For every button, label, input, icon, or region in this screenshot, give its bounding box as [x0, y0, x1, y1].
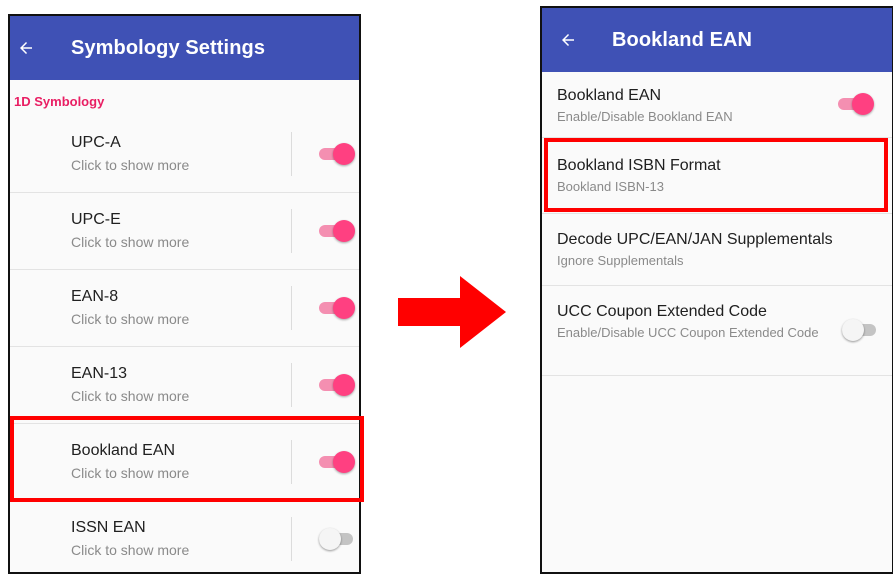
toggle-switch-ucc-coupon[interactable] [842, 318, 878, 342]
list-item-label: EAN-13 [71, 365, 128, 382]
list-item-summary: Click to show more [71, 465, 190, 481]
list-item-summary: Enable/Disable UCC Coupon Extended Code [557, 325, 819, 340]
list-item-summary: Click to show more [71, 234, 190, 250]
list-item-decode-supplementals[interactable]: Decode UPC/EAN/JAN Supplementals Ignore S… [542, 214, 892, 286]
bookland-ean-screen: Bookland EAN Bookland EAN Enable/Disable … [540, 6, 893, 574]
list-item-ucc-coupon-extended-code[interactable]: UCC Coupon Extended Code Enable/Disable U… [542, 286, 892, 376]
list-item-summary: Bookland ISBN-13 [557, 179, 664, 194]
arrow-left-icon [20, 42, 32, 54]
list-item-label: UPC-E [71, 211, 121, 228]
app-bar: Symbology Settings [10, 16, 359, 80]
list-item-upc-e[interactable]: UPC-E Click to show more [10, 193, 359, 270]
arrow-right-icon [398, 276, 506, 348]
toggle-switch-ean-13[interactable] [319, 373, 355, 397]
list-item-label: Bookland EAN [557, 87, 662, 104]
app-bar: Bookland EAN [542, 8, 892, 72]
list-item-issn-ean[interactable]: ISSN EAN Click to show more [10, 501, 359, 572]
toggle-switch-ean-8[interactable] [319, 296, 355, 320]
symbology-settings-screen: Symbology Settings 1D Symbology UPC-A Cli… [8, 14, 361, 574]
back-button[interactable] [555, 27, 581, 53]
list-item-summary: Enable/Disable Bookland EAN [557, 109, 733, 124]
page-title: Bookland EAN [612, 28, 753, 51]
list-item-ean-13[interactable]: EAN-13 Click to show more [10, 347, 359, 424]
back-button[interactable] [13, 35, 39, 61]
toggle-switch-bookland-ean[interactable] [319, 450, 355, 474]
list-item-summary: Click to show more [71, 311, 190, 327]
toggle-switch-upc-a[interactable] [319, 142, 355, 166]
toggle-switch-upc-e[interactable] [319, 219, 355, 243]
list-item-label: EAN-8 [71, 288, 119, 305]
list-item-label: UCC Coupon Extended Code [557, 303, 767, 320]
toggle-switch-bookland-ean[interactable] [838, 92, 874, 116]
list-item-bookland-isbn-format[interactable]: Bookland ISBN Format Bookland ISBN-13 [542, 138, 892, 214]
list-item-label: Bookland ISBN Format [557, 157, 721, 174]
list-item-ean-8[interactable]: EAN-8 Click to show more [10, 270, 359, 347]
list-item-summary: Click to show more [71, 388, 190, 404]
list-item-summary: Ignore Supplementals [557, 253, 684, 268]
list-item-label: Decode UPC/EAN/JAN Supplementals [557, 231, 833, 248]
divider [291, 440, 292, 484]
list-item-summary: Click to show more [71, 542, 190, 558]
divider [291, 132, 292, 176]
list-item-label: ISSN EAN [71, 519, 146, 536]
list-item-label: UPC-A [71, 134, 121, 151]
divider [291, 363, 292, 407]
list-item-bookland-ean-enable[interactable]: Bookland EAN Enable/Disable Bookland EAN [542, 72, 892, 138]
list-item-label: Bookland EAN [71, 442, 176, 459]
divider [291, 209, 292, 253]
list-item-upc-a[interactable]: UPC-A Click to show more [10, 116, 359, 193]
list-item-bookland-ean[interactable]: Bookland EAN Click to show more [10, 424, 359, 501]
list-item-summary: Click to show more [71, 157, 190, 173]
divider [291, 286, 292, 330]
section-header-1d-symbology: 1D Symbology [14, 94, 105, 109]
page-title: Symbology Settings [71, 36, 266, 59]
toggle-switch-issn-ean[interactable] [319, 527, 355, 551]
arrow-left-icon [562, 34, 574, 46]
divider [291, 517, 292, 561]
